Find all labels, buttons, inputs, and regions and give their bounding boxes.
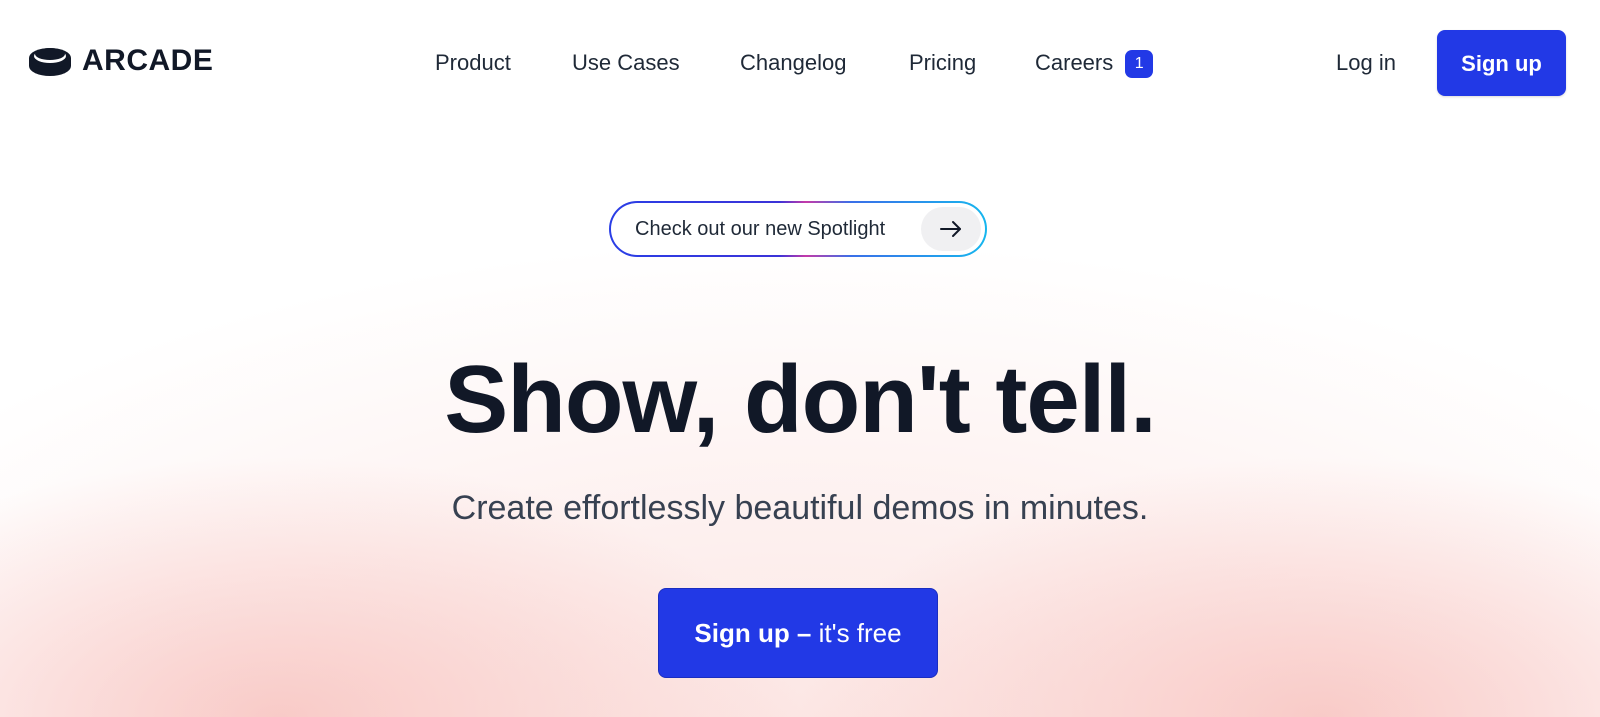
hero-subtitle: Create effortlessly beautiful demos in m… [451,489,1149,527]
careers-count-badge: 1 [1125,50,1154,78]
nav-item-pricing[interactable]: Pricing [909,44,976,82]
spotlight-pill-inner: Check out our new Spotlight [611,203,985,255]
top-navigation-bar: ARCADE Product Use Cases Changelog Prici… [0,0,1600,126]
spotlight-announcement-text: Check out our new Spotlight [635,218,886,240]
signup-free-cta-button[interactable]: Sign up – it's free [658,588,938,678]
login-link[interactable]: Log in [1336,44,1396,82]
hero-title: Show, don't tell. [444,346,1157,453]
signup-button[interactable]: Sign up [1437,30,1566,96]
nav-item-changelog[interactable]: Changelog [740,44,846,82]
nav-item-product[interactable]: Product [435,44,511,82]
spotlight-announcement-pill[interactable]: Check out our new Spotlight [609,201,987,257]
cta-label-rest: it's free [811,618,902,648]
nav-item-use-cases[interactable]: Use Cases [572,44,680,82]
cta-label-strong: Sign up – [694,618,812,648]
arrow-right-icon [921,207,981,251]
nav-item-careers-label: Careers [1035,50,1114,75]
nav-item-careers[interactable]: Careers 1 [1035,44,1154,82]
